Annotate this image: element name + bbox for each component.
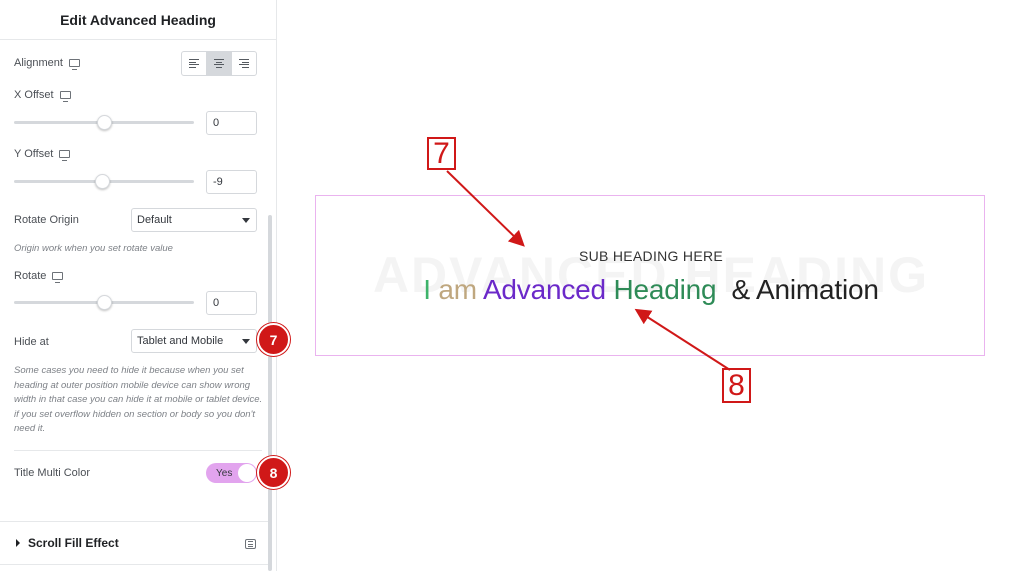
arrow-to-heading-word: [634, 308, 731, 371]
arrow-to-heading-preview: [446, 170, 525, 247]
annotation-arrows: [446, 170, 731, 371]
